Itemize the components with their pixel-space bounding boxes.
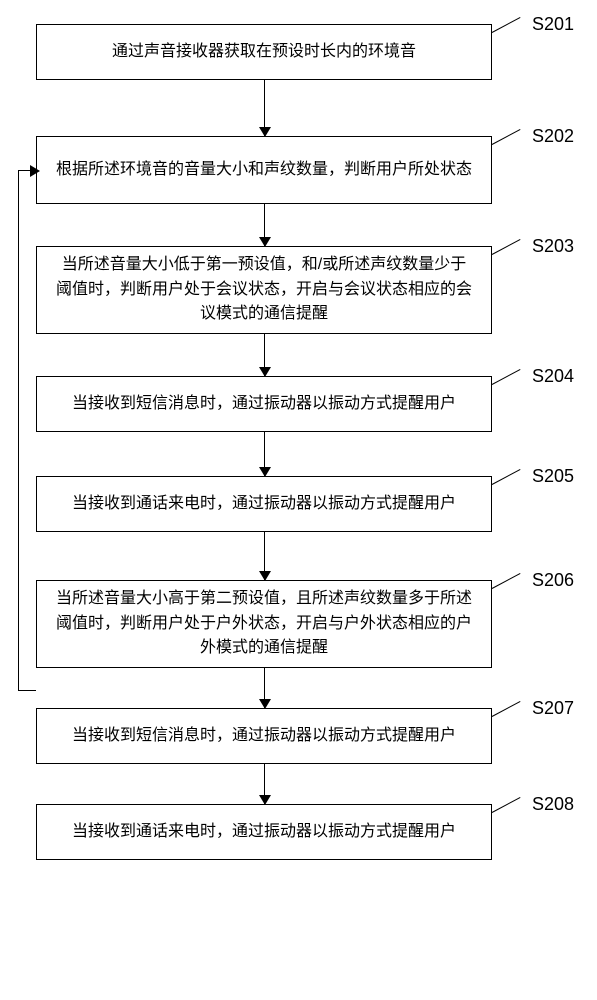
node-text: 根据所述环境音的音量大小和声纹数量，判断用户所处状态	[56, 158, 472, 183]
node-text: 当接收到短信消息时，通过振动器以振动方式提醒用户	[72, 724, 456, 749]
loop-connector-bottom	[18, 690, 36, 691]
arrow-down	[36, 204, 492, 246]
node-box-s207: 当接收到短信消息时，通过振动器以振动方式提醒用户	[36, 708, 492, 764]
node-text: 当所述音量大小高于第二预设值，且所述声纹数量多于所述阈值时，判断用户处于户外状态…	[55, 587, 473, 661]
arrow-down	[36, 764, 492, 804]
node-label: S208	[532, 794, 574, 815]
arrow-down	[36, 532, 492, 580]
flow-node: 当接收到通话来电时，通过振动器以振动方式提醒用户 S208	[36, 804, 560, 860]
node-text: 通过声音接收器获取在预设时长内的环境音	[112, 40, 416, 65]
label-connector	[492, 797, 521, 813]
node-label: S203	[532, 236, 574, 257]
flow-node: 当接收到短信消息时，通过振动器以振动方式提醒用户 S207	[36, 708, 560, 764]
arrow-down	[36, 334, 492, 376]
flow-node: 当所述音量大小低于第一预设值，和/或所述声纹数量少于阈值时，判断用户处于会议状态…	[36, 246, 560, 334]
node-box-s202: 根据所述环境音的音量大小和声纹数量，判断用户所处状态	[36, 136, 492, 204]
node-label: S205	[532, 466, 574, 487]
node-label: S207	[532, 698, 574, 719]
arrow-down	[36, 432, 492, 476]
node-label: S201	[532, 14, 574, 35]
label-connector	[492, 573, 521, 589]
flow-node: 当接收到通话来电时，通过振动器以振动方式提醒用户 S205	[36, 476, 560, 532]
node-text: 当接收到短信消息时，通过振动器以振动方式提醒用户	[72, 392, 456, 417]
arrow-down	[36, 668, 492, 708]
node-text: 当接收到通话来电时，通过振动器以振动方式提醒用户	[72, 820, 456, 845]
node-label: S206	[532, 570, 574, 591]
flow-node: 当接收到短信消息时，通过振动器以振动方式提醒用户 S204	[36, 376, 560, 432]
node-box-s208: 当接收到通话来电时，通过振动器以振动方式提醒用户	[36, 804, 492, 860]
node-box-s203: 当所述音量大小低于第一预设值，和/或所述声纹数量少于阈值时，判断用户处于会议状态…	[36, 246, 492, 334]
flow-node: 根据所述环境音的音量大小和声纹数量，判断用户所处状态 S202	[36, 136, 560, 204]
node-label: S202	[532, 126, 574, 147]
node-box-s201: 通过声音接收器获取在预设时长内的环境音	[36, 24, 492, 80]
node-box-s206: 当所述音量大小高于第二预设值，且所述声纹数量多于所述阈值时，判断用户处于户外状态…	[36, 580, 492, 668]
loop-connector-vertical	[18, 170, 19, 690]
loop-arrow-head	[30, 165, 40, 177]
label-connector	[492, 239, 521, 255]
node-box-s204: 当接收到短信消息时，通过振动器以振动方式提醒用户	[36, 376, 492, 432]
node-text: 当接收到通话来电时，通过振动器以振动方式提醒用户	[72, 492, 456, 517]
label-connector	[492, 129, 521, 145]
flowchart-container: 通过声音接收器获取在预设时长内的环境音 S201 根据所述环境音的音量大小和声纹…	[36, 24, 560, 860]
label-connector	[492, 469, 521, 485]
label-connector	[492, 17, 521, 33]
label-connector	[492, 701, 521, 717]
node-box-s205: 当接收到通话来电时，通过振动器以振动方式提醒用户	[36, 476, 492, 532]
flow-node: 当所述音量大小高于第二预设值，且所述声纹数量多于所述阈值时，判断用户处于户外状态…	[36, 580, 560, 668]
node-text: 当所述音量大小低于第一预设值，和/或所述声纹数量少于阈值时，判断用户处于会议状态…	[55, 253, 473, 327]
flow-node: 通过声音接收器获取在预设时长内的环境音 S201	[36, 24, 560, 80]
arrow-down	[36, 80, 492, 136]
label-connector	[492, 369, 521, 385]
node-label: S204	[532, 366, 574, 387]
